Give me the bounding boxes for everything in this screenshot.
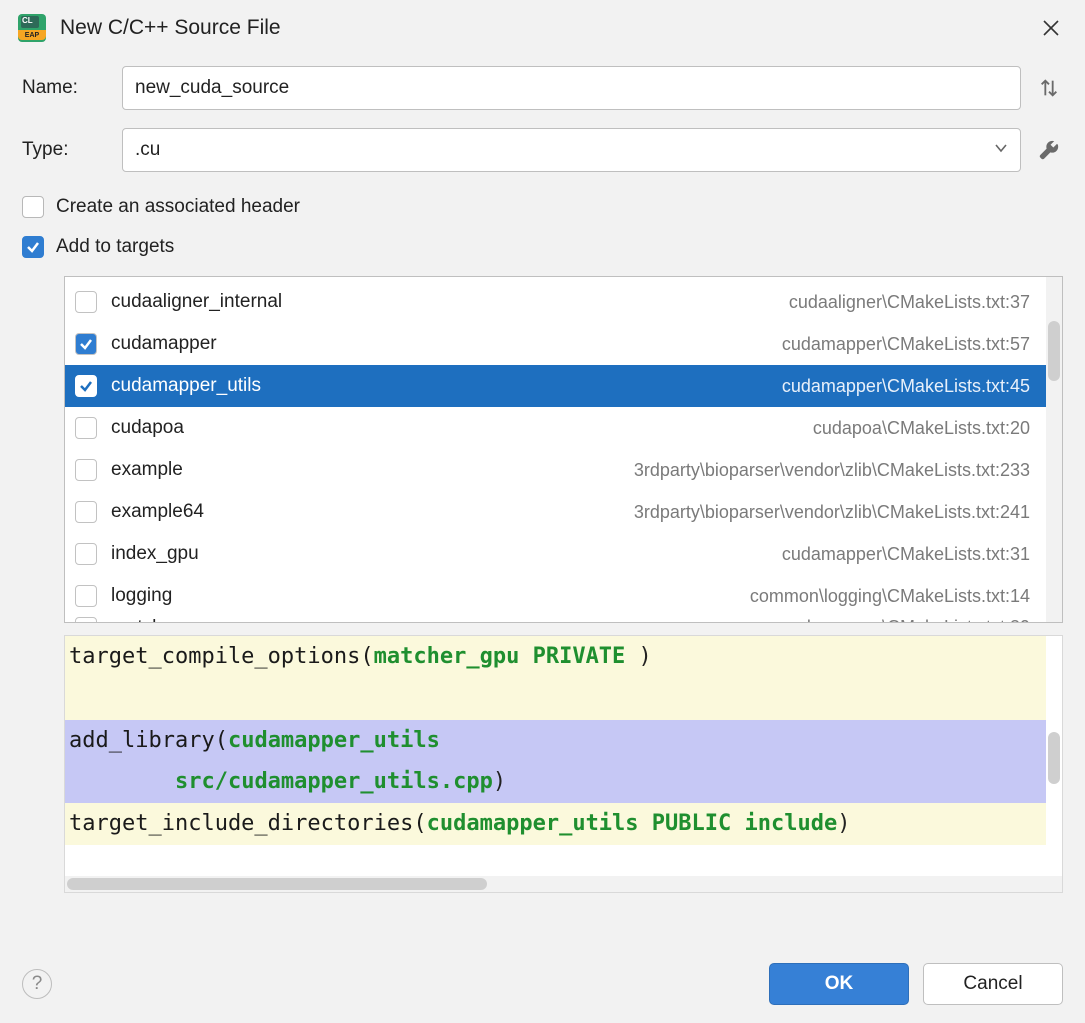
code-blank-line <box>65 678 1062 720</box>
target-path: cudamapper\CMakeLists.txt:45 <box>782 376 1030 397</box>
target-name: logging <box>111 585 172 607</box>
code-preview: target_compile_options(matcher_gpu PRIVA… <box>64 635 1063 893</box>
cancel-button[interactable]: Cancel <box>923 963 1063 1005</box>
target-checkbox[interactable] <box>75 585 97 607</box>
code-vscrollbar-thumb[interactable] <box>1048 732 1060 784</box>
add-targets-row: Add to targets <box>0 236 1085 258</box>
code-token: matcher_gpu PRIVATE <box>374 644 639 669</box>
dialog-title: New C/C++ Source File <box>60 16 281 40</box>
code-vscrollbar[interactable] <box>1046 636 1062 858</box>
name-input[interactable] <box>122 66 1021 110</box>
targets-scrollbar-thumb[interactable] <box>1048 321 1060 381</box>
code-token: cudamapper_utils <box>228 728 440 753</box>
close-button[interactable] <box>1035 12 1067 44</box>
code-token: cudamapper_utils PUBLIC include <box>427 811 838 836</box>
target-row[interactable]: example64 3rdparty\bioparser\vendor\zlib\… <box>65 491 1046 533</box>
target-path: cudamapper\CMakeLists.txt:39 <box>782 617 1030 622</box>
targets-list: cudaaligner_internal cudaaligner\CMakeLis… <box>64 276 1063 623</box>
create-header-label: Create an associated header <box>56 196 300 218</box>
target-path: cudamapper\CMakeLists.txt:31 <box>782 544 1030 565</box>
add-targets-checkbox[interactable] <box>22 236 44 258</box>
target-row[interactable]: logging common\logging\CMakeLists.txt:14 <box>65 575 1046 617</box>
code-token: ) <box>493 769 506 794</box>
targets-scrollbar[interactable] <box>1046 277 1062 622</box>
code-token: ) <box>837 811 850 836</box>
code-hscrollbar[interactable] <box>65 876 1062 892</box>
close-icon <box>1042 19 1060 37</box>
name-label: Name: <box>22 77 122 99</box>
target-checkbox[interactable] <box>75 459 97 481</box>
new-source-file-dialog: CL EAP New C/C++ Source File Name: Type: <box>0 0 1085 1023</box>
type-label: Type: <box>22 139 122 161</box>
target-checkbox[interactable] <box>75 501 97 523</box>
target-name: cudamapper <box>111 333 217 355</box>
app-icon: CL EAP <box>18 14 46 42</box>
target-name: example <box>111 459 183 481</box>
target-name: cudaaligner_internal <box>111 291 282 313</box>
name-row: Name: <box>22 66 1063 110</box>
title-bar: CL EAP New C/C++ Source File <box>0 0 1085 54</box>
target-path: common\logging\CMakeLists.txt:14 <box>750 586 1030 607</box>
target-path: 3rdparty\bioparser\vendor\zlib\CMakeList… <box>634 460 1030 481</box>
targets-scroll-area[interactable]: cudaaligner_internal cudaaligner\CMakeLis… <box>65 277 1046 622</box>
code-token: target_compile_options( <box>69 644 374 669</box>
code-token: ) <box>639 644 652 669</box>
type-value: .cu <box>135 139 160 161</box>
target-path: cudaaligner\CMakeLists.txt:37 <box>789 292 1030 313</box>
target-checkbox[interactable] <box>75 375 97 397</box>
dialog-footer: ? OK Cancel <box>0 947 1085 1023</box>
target-checkbox[interactable] <box>75 543 97 565</box>
target-name: cudamapper_utils <box>111 375 261 397</box>
type-settings-button[interactable] <box>1035 136 1063 164</box>
target-checkbox[interactable] <box>75 291 97 313</box>
chevron-down-icon <box>994 139 1008 161</box>
target-row[interactable]: cudamapper_utils cudamapper\CMakeLists.tx… <box>65 365 1046 407</box>
add-targets-label: Add to targets <box>56 236 174 258</box>
code-hscrollbar-thumb[interactable] <box>67 878 487 890</box>
type-select[interactable]: .cu <box>122 128 1021 172</box>
sort-arrows-icon <box>1038 77 1060 99</box>
target-checkbox[interactable] <box>75 617 97 622</box>
target-row[interactable]: cudapoa cudapoa\CMakeLists.txt:20 <box>65 407 1046 449</box>
code-area[interactable]: target_compile_options(matcher_gpu PRIVA… <box>65 636 1062 876</box>
create-header-row: Create an associated header <box>0 196 1085 218</box>
code-token: src/cudamapper_utils.cpp <box>175 769 493 794</box>
code-token: add_library( <box>69 728 228 753</box>
target-row[interactable]: example 3rdparty\bioparser\vendor\zlib\CM… <box>65 449 1046 491</box>
target-row[interactable]: matcher_gpu cudamapper\CMakeLists.txt:39 <box>65 617 1046 622</box>
target-path: 3rdparty\bioparser\vendor\zlib\CMakeList… <box>634 502 1030 523</box>
type-row: Type: .cu <box>22 128 1063 172</box>
target-name: example64 <box>111 501 204 523</box>
ok-button[interactable]: OK <box>769 963 909 1005</box>
target-name: cudapoa <box>111 417 184 439</box>
form-area: Name: Type: .cu <box>0 54 1085 190</box>
target-row[interactable]: index_gpu cudamapper\CMakeLists.txt:31 <box>65 533 1046 575</box>
target-name: index_gpu <box>111 543 199 565</box>
code-pad <box>69 769 175 794</box>
target-checkbox[interactable] <box>75 333 97 355</box>
target-path: cudapoa\CMakeLists.txt:20 <box>813 418 1030 439</box>
target-row[interactable]: cudaaligner_internal cudaaligner\CMakeLis… <box>65 281 1046 323</box>
target-name: matcher_gpu <box>111 617 222 622</box>
wrench-icon <box>1038 139 1060 161</box>
create-header-checkbox[interactable] <box>22 196 44 218</box>
target-row[interactable]: cudamapper cudamapper\CMakeLists.txt:57 <box>65 323 1046 365</box>
help-button[interactable]: ? <box>22 969 52 999</box>
code-token: target_include_directories( <box>69 811 427 836</box>
target-checkbox[interactable] <box>75 417 97 439</box>
target-path: cudamapper\CMakeLists.txt:57 <box>782 334 1030 355</box>
sort-toggle-button[interactable] <box>1035 74 1063 102</box>
